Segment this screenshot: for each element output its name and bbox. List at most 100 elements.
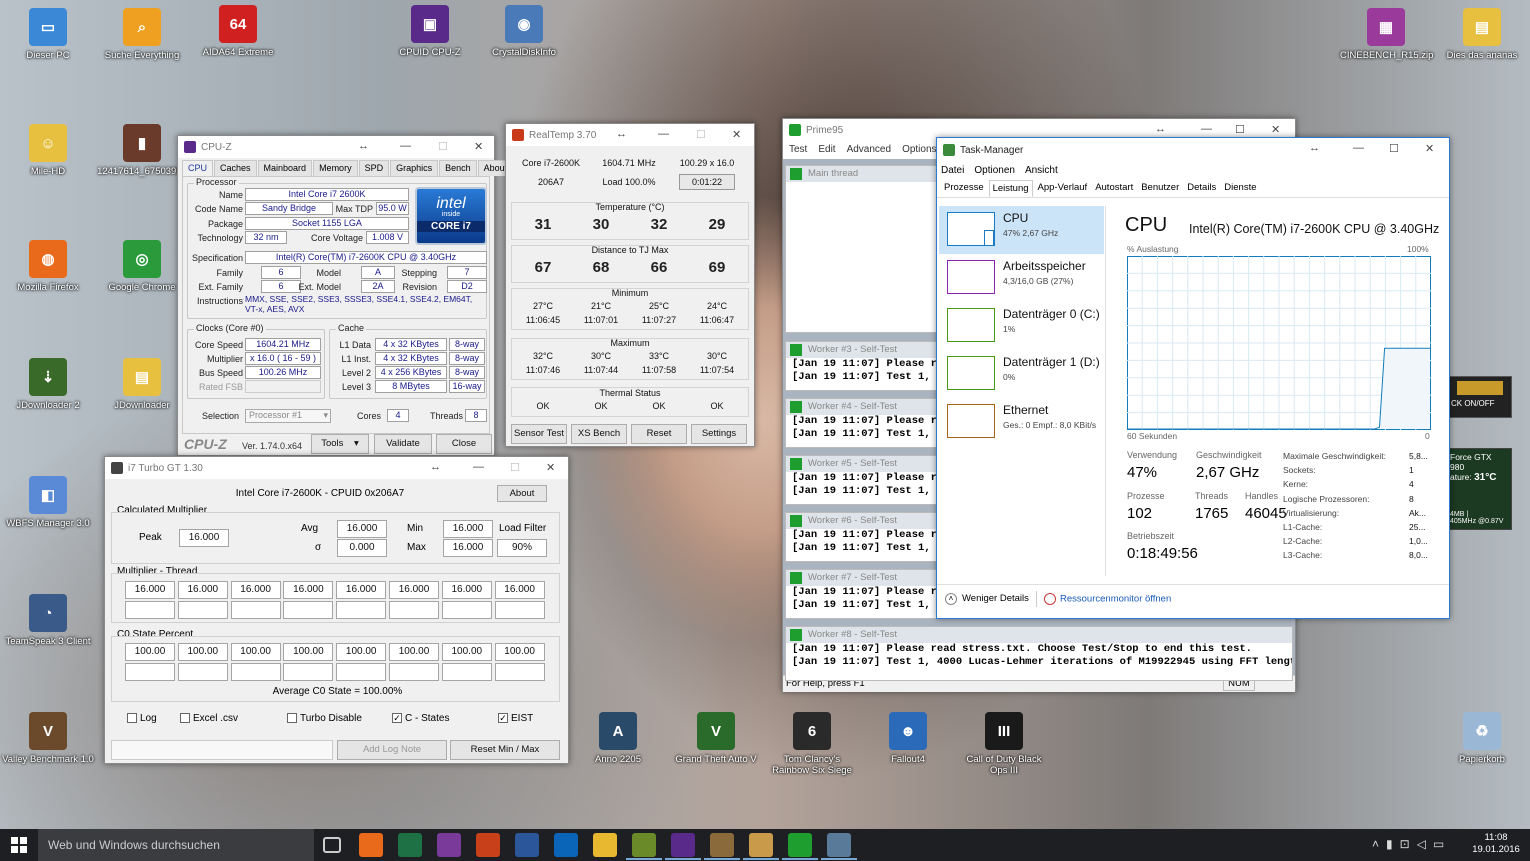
word-icon[interactable] [515, 833, 539, 857]
powerpoint-icon[interactable] [476, 833, 500, 857]
cpuz-icon[interactable] [671, 833, 695, 857]
menu-test[interactable]: Test [789, 141, 807, 159]
start-button[interactable] [0, 829, 38, 861]
taskmgr-icon[interactable] [827, 833, 851, 857]
perf-item-3[interactable]: Datenträger 1 (D:) 0% [939, 350, 1104, 398]
menu-optionen[interactable]: Optionen [974, 162, 1015, 180]
tab-app-verlauf[interactable]: App-Verlauf [1035, 180, 1091, 197]
desktop-icon[interactable]: ◍ Mozilla Firefox [2, 240, 94, 293]
maximize-button[interactable]: ☐ [1235, 123, 1245, 136]
reset-minmax-button[interactable]: Reset Min / Max [450, 740, 560, 760]
desktop-icon[interactable]: III Call of Duty Black Ops III [958, 712, 1050, 776]
menu-advanced[interactable]: Advanced [847, 141, 891, 159]
desktop-icon[interactable]: ⌕ Suche Everything [96, 8, 188, 61]
add-log-note-button[interactable]: Add Log Note [337, 740, 447, 760]
maximize-button[interactable]: ☐ [696, 128, 706, 141]
turbo-disable-checkbox[interactable]: Turbo Disable [287, 713, 362, 724]
minimize-button[interactable]: — [1201, 123, 1212, 135]
realtemp-icon[interactable] [749, 833, 773, 857]
perf-item-1[interactable]: Arbeitsspeicher 4,3/16,0 GB (27%) [939, 254, 1104, 302]
tab-mainboard[interactable]: Mainboard [257, 160, 313, 176]
perf-item-0[interactable]: CPU 47% 2,67 GHz [939, 206, 1104, 254]
close-button[interactable]: ✕ [1271, 123, 1280, 136]
processor-select[interactable]: Processor #1 ▾ [245, 409, 331, 423]
tab-autostart[interactable]: Autostart [1092, 180, 1136, 197]
cpuz-close-button[interactable]: Close [436, 434, 492, 454]
desktop-icon[interactable]: ◉ CrystalDiskInfo [478, 5, 570, 58]
perf-item-4[interactable]: Ethernet Ges.: 0 Empf.: 8,0 KBit/s [939, 398, 1104, 446]
taskbar-clock[interactable]: 11:08 19.01.2016 [1470, 832, 1522, 856]
tab-details[interactable]: Details [1184, 180, 1219, 197]
minimize-button[interactable]: — [1353, 142, 1364, 154]
excel-icon[interactable] [398, 833, 422, 857]
rt-settings-button[interactable]: Settings [691, 424, 747, 444]
onenote-icon[interactable] [437, 833, 461, 857]
log-checkbox[interactable]: Log [127, 713, 157, 724]
desktop-icon[interactable]: ◎ Google Chrome [96, 240, 188, 293]
tools-button[interactable]: Tools ▾ [311, 434, 369, 454]
perf-item-2[interactable]: Datenträger 0 (C:) 1% [939, 302, 1104, 350]
tab-bench[interactable]: Bench [439, 160, 477, 176]
menu-ansicht[interactable]: Ansicht [1025, 162, 1058, 180]
minimize-button[interactable]: — [400, 140, 411, 152]
menu-datei[interactable]: Datei [941, 162, 964, 180]
system-tray[interactable]: ˄▮⊡◁▭ [1372, 837, 1451, 851]
desktop-icon[interactable]: ▤ JDownloader [96, 358, 188, 411]
desktop-icon[interactable]: ▣ CPUID CPU-Z [384, 5, 476, 58]
task-view-icon[interactable] [323, 837, 341, 853]
desktop-icon[interactable]: ◧ WBFS Manager 3.0 [2, 476, 94, 529]
outlook-icon[interactable] [554, 833, 578, 857]
desktop-icon[interactable]: ▮ 12417614_67503937 [96, 124, 188, 177]
desktop-icon[interactable]: ♻ Papierkorb [1436, 712, 1528, 765]
maximize-button[interactable]: ☐ [438, 140, 448, 153]
fewer-details-button[interactable]: ˄ Weniger Details [945, 593, 1029, 605]
tab-spd[interactable]: SPD [358, 160, 390, 176]
jdownloader-icon[interactable] [632, 833, 656, 857]
realtemp-titlebar[interactable]: RealTemp 3.70 ↔ — ☐ ✕ [506, 124, 754, 146]
taskbar-search-box[interactable]: Web und Windows durchsuchen [38, 829, 314, 861]
close-button[interactable]: ✕ [474, 140, 483, 153]
desktop-icon[interactable]: 64 AIDA64 Extreme [192, 5, 284, 58]
taskmgr-titlebar[interactable]: Task-Manager ↔ — ☐ ✕ [937, 138, 1449, 162]
rt-sensor-test-button[interactable]: Sensor Test [511, 424, 567, 444]
tab-caches[interactable]: Caches [214, 160, 257, 176]
about-button[interactable]: About [497, 485, 547, 502]
log-note-input[interactable] [111, 740, 333, 760]
tab-benutzer[interactable]: Benutzer [1138, 180, 1182, 197]
desktop-icon[interactable]: ▤ Dies das ananas [1436, 8, 1528, 61]
tab-prozesse[interactable]: Prozesse [941, 180, 987, 197]
close-button[interactable]: ✕ [546, 461, 555, 474]
explorer-icon[interactable] [593, 833, 617, 857]
desktop-icon[interactable]: ▭ Dieser PC [2, 8, 94, 61]
menu-edit[interactable]: Edit [818, 141, 835, 159]
tab-graphics[interactable]: Graphics [390, 160, 439, 176]
desktop-icon[interactable]: A Anno 2205 [572, 712, 664, 765]
tab-memory[interactable]: Memory [313, 160, 358, 176]
tab-cpu[interactable]: CPU [182, 160, 214, 176]
cpuz-titlebar[interactable]: CPU-Z ↔ — ☐ ✕ [178, 136, 494, 158]
excel-checkbox[interactable]: Excel .csv [180, 713, 238, 724]
aida-icon[interactable] [710, 833, 734, 857]
rt-reset-button[interactable]: Reset [631, 424, 687, 444]
maximize-button[interactable]: ☐ [1389, 142, 1399, 155]
cstates-checkbox[interactable]: ✓ C - States [392, 713, 449, 724]
close-button[interactable]: ✕ [732, 128, 741, 141]
desktop-icon[interactable]: ⇣ JDownloader 2 [2, 358, 94, 411]
desktop-icon[interactable]: ☻ Fallout4 [862, 712, 954, 765]
minimize-button[interactable]: — [658, 128, 669, 140]
clock-widget[interactable]: CK ON/OFF [1446, 376, 1512, 418]
eist-checkbox[interactable]: ✓ EIST [498, 713, 533, 724]
tab-leistung[interactable]: Leistung [988, 180, 1033, 197]
desktop-icon[interactable]: V Valley Benchmark 1.0 [2, 712, 94, 765]
close-button[interactable]: ✕ [1425, 142, 1434, 155]
tab-dienste[interactable]: Dienste [1221, 180, 1259, 197]
desktop-icon[interactable]: 6 Tom Clancy's Rainbow Six Siege [766, 712, 858, 776]
rt-xs-bench-button[interactable]: XS Bench [571, 424, 627, 444]
turbo-titlebar[interactable]: i7 Turbo GT 1.30 ↔ — ☐ ✕ [105, 457, 568, 479]
menu-options[interactable]: Options [902, 141, 936, 159]
desktop-icon[interactable]: ◔ TeamSpeak 3 Client [2, 594, 94, 647]
loadfilter-input[interactable]: 90% [497, 539, 547, 557]
resource-monitor-link[interactable]: Ressourcenmonitor öffnen [1044, 593, 1171, 605]
prime95-icon[interactable] [788, 833, 812, 857]
desktop-icon[interactable]: ☺ Mile-HD [2, 124, 94, 177]
